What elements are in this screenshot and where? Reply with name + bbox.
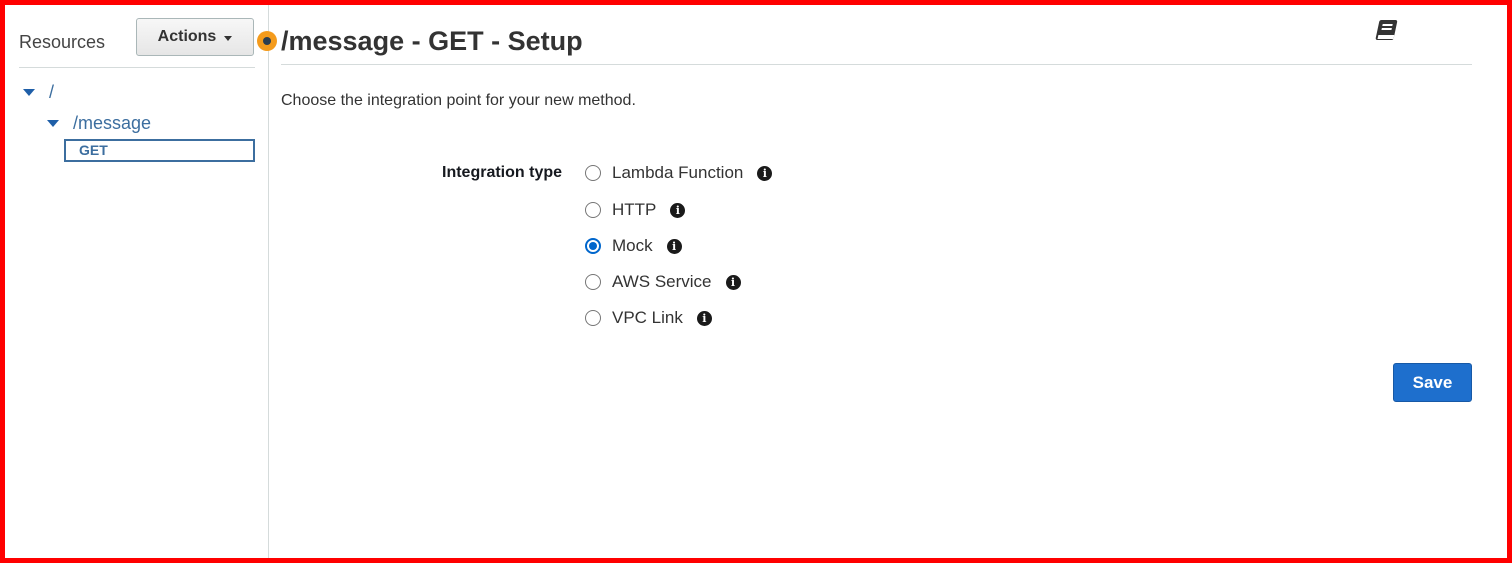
info-icon[interactable]: i: [670, 202, 686, 218]
caret-down-icon: [224, 35, 233, 41]
handle-dot: [263, 37, 271, 45]
option-label: VPC Link: [612, 308, 683, 327]
tree-item-root[interactable]: /: [23, 82, 54, 103]
tree-item-label: /message: [73, 113, 152, 133]
title-divider: [281, 64, 1472, 65]
info-icon[interactable]: i: [666, 238, 682, 254]
option-label: HTTP: [612, 200, 657, 219]
info-icon[interactable]: i: [757, 165, 773, 181]
tree-item-get-method[interactable]: GET: [64, 139, 255, 162]
option-mock: Mock i: [585, 236, 682, 256]
option-lambda-function: Lambda Function i: [585, 163, 773, 183]
radio-vpc-link[interactable]: [585, 310, 601, 326]
actions-label: Actions: [157, 28, 217, 45]
option-label: Lambda Function: [612, 163, 744, 182]
info-icon[interactable]: i: [696, 310, 712, 326]
sidebar-resize-handle[interactable]: [257, 31, 277, 51]
caret-down-icon[interactable]: [23, 89, 35, 96]
radio-http[interactable]: [585, 202, 601, 218]
tree-item-message[interactable]: /message: [47, 113, 151, 134]
caret-down-icon[interactable]: [47, 120, 59, 127]
resources-sidebar: Resources Actions / /message GET: [5, 5, 269, 558]
actions-button[interactable]: Actions: [136, 18, 254, 56]
radio-aws-service[interactable]: [585, 274, 601, 290]
book-icon[interactable]: [1373, 18, 1401, 44]
option-label: AWS Service: [612, 272, 712, 291]
setup-description: Choose the integration point for your ne…: [281, 92, 636, 109]
sidebar-divider: [19, 67, 255, 68]
integration-type-label: Integration type: [442, 164, 563, 181]
option-label: Mock: [612, 236, 653, 255]
option-http: HTTP i: [585, 200, 686, 220]
page-title: /message - GET - Setup: [281, 26, 583, 56]
radio-lambda-function[interactable]: [585, 165, 601, 181]
option-aws-service: AWS Service i: [585, 272, 741, 292]
radio-mock[interactable]: [585, 238, 601, 254]
resources-title: Resources: [19, 32, 106, 52]
tree-item-label: /: [49, 82, 55, 102]
save-button[interactable]: Save: [1393, 363, 1472, 402]
info-icon[interactable]: i: [725, 274, 741, 290]
option-vpc-link: VPC Link i: [585, 308, 712, 328]
